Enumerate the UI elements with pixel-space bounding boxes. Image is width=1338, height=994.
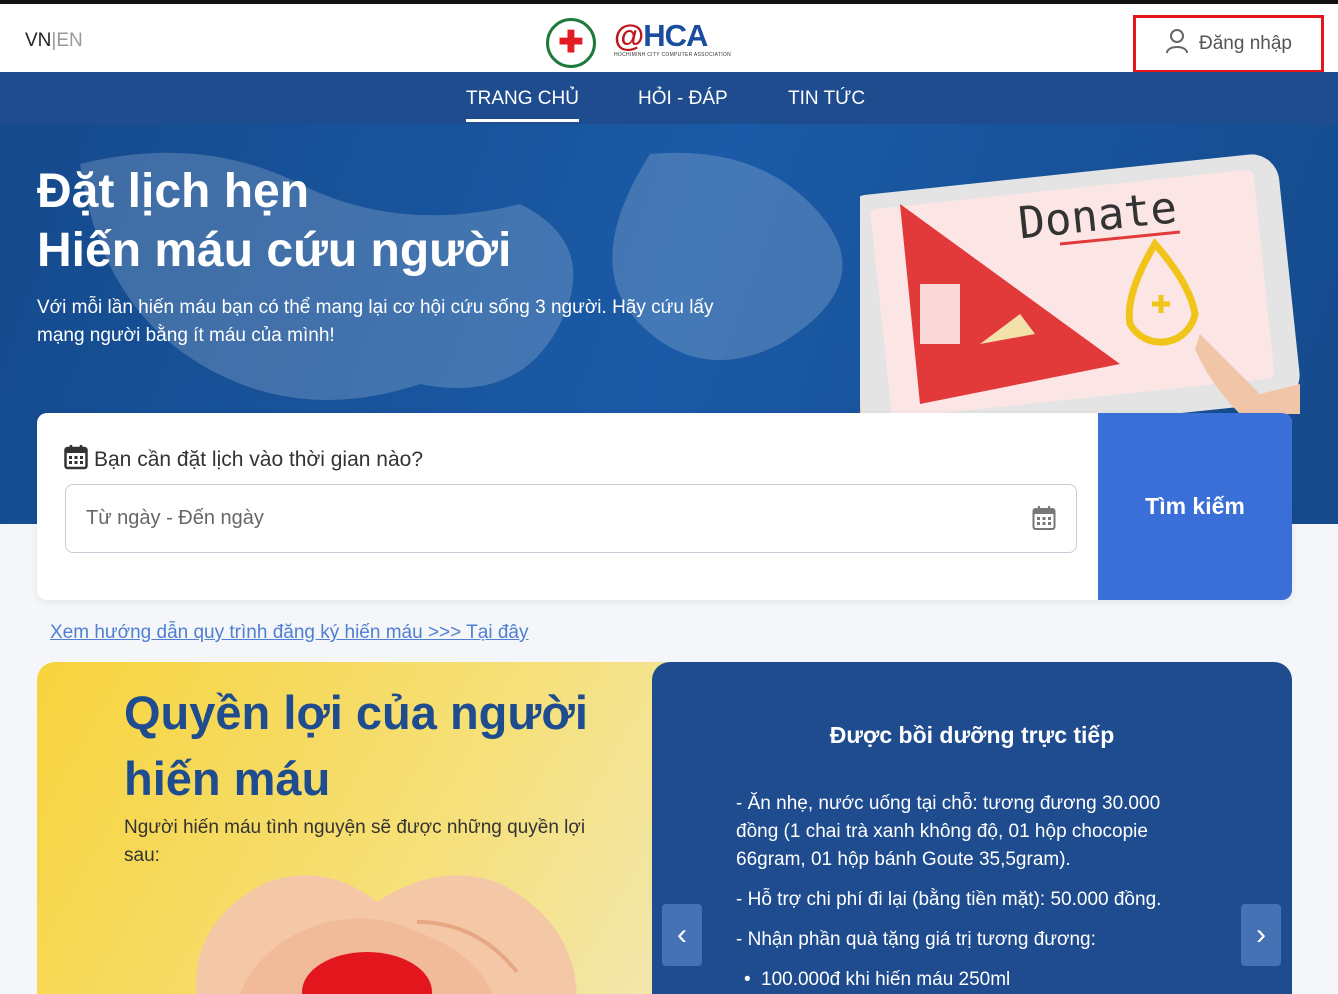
search-label-row: Bạn cần đặt lịch vào thời gian nào? xyxy=(64,444,423,476)
chevron-left-icon: ‹ xyxy=(677,918,687,951)
chevron-right-icon: › xyxy=(1256,918,1266,951)
search-label: Bạn cần đặt lịch vào thời gian nào? xyxy=(94,448,423,471)
main-nav: TRANG CHỦ HỎI - ĐÁP TIN TỨC xyxy=(0,72,1338,124)
hca-logo-subtitle: HOCHIMINH CITY COMPUTER ASSOCIATION xyxy=(614,52,731,58)
benefits-title: Quyền lợi của người hiến máu xyxy=(124,686,588,805)
carousel-next-button[interactable]: › xyxy=(1241,904,1281,966)
language-switcher: VN|EN xyxy=(25,30,83,52)
hands-heart-image xyxy=(195,875,577,994)
user-icon xyxy=(1165,28,1189,60)
carousel-prev-button[interactable]: ‹ xyxy=(662,904,702,966)
lang-vn[interactable]: VN xyxy=(25,30,51,51)
benefit-item: - Hỗ trợ chi phí đi lại (bằng tiền mặt):… xyxy=(736,889,1162,910)
benefit-list: - Ăn nhẹ, nước uống tại chỗ: tương đương… xyxy=(736,790,1196,994)
benefits-carousel: Được bồi dưỡng trực tiếp - Ăn nhẹ, nước … xyxy=(652,662,1292,994)
search-card: Bạn cần đặt lịch vào thời gian nào? Từ n… xyxy=(37,413,1292,600)
nav-news[interactable]: TIN TỨC xyxy=(788,88,865,110)
hero-description: Với mỗi lần hiến máu bạn có thể mang lại… xyxy=(37,297,714,346)
nav-faq[interactable]: HỎI - ĐÁP xyxy=(638,88,728,110)
registration-guide-link[interactable]: Xem hướng dẫn quy trình đăng ký hiến máu… xyxy=(50,622,529,644)
benefit-item: - Ăn nhẹ, nước uống tại chỗ: tương đương… xyxy=(736,793,1161,870)
red-cross-logo[interactable]: ✚ xyxy=(546,18,596,68)
hca-logo[interactable]: @HCA HOCHIMINH CITY COMPUTER ASSOCIATION xyxy=(614,18,731,62)
calendar-icon xyxy=(64,444,88,476)
red-cross-icon: ✚ xyxy=(558,26,584,59)
hero-title: Đặt lịch hẹn Hiến máu cứu người xyxy=(37,162,511,280)
donate-tablet-illustration: Donate xyxy=(860,154,1300,414)
hero-title-line1: Đặt lịch hẹn xyxy=(37,165,310,218)
date-range-input[interactable]: Từ ngày - Đến ngày xyxy=(65,484,1077,553)
hca-logo-text: HCA xyxy=(643,18,708,53)
top-bar: VN|EN ✚ @HCA HOCHIMINH CITY COMPUTER ASS… xyxy=(0,0,1338,73)
nav-home[interactable]: TRANG CHỦ xyxy=(466,88,579,122)
calendar-icon[interactable] xyxy=(1032,505,1056,537)
lang-en[interactable]: EN xyxy=(56,30,82,51)
benefits-intro-panel: Quyền lợi của người hiến máu Người hiến … xyxy=(37,662,677,994)
login-button[interactable]: Đăng nhập xyxy=(1133,15,1324,73)
benefit-bullet: 100.000đ khi hiến máu 250ml xyxy=(736,966,1196,994)
date-range-placeholder: Từ ngày - Đến ngày xyxy=(86,507,264,529)
hero-title-line2: Hiến máu cứu người xyxy=(37,224,512,277)
login-label: Đăng nhập xyxy=(1199,33,1292,54)
carousel-card-title: Được bồi dưỡng trực tiếp xyxy=(829,722,1115,748)
search-button[interactable]: Tìm kiếm xyxy=(1098,413,1292,600)
hca-logo-at: @ xyxy=(614,18,644,53)
benefit-item: - Nhận phần quà tặng giá trị tương đương… xyxy=(736,929,1096,950)
